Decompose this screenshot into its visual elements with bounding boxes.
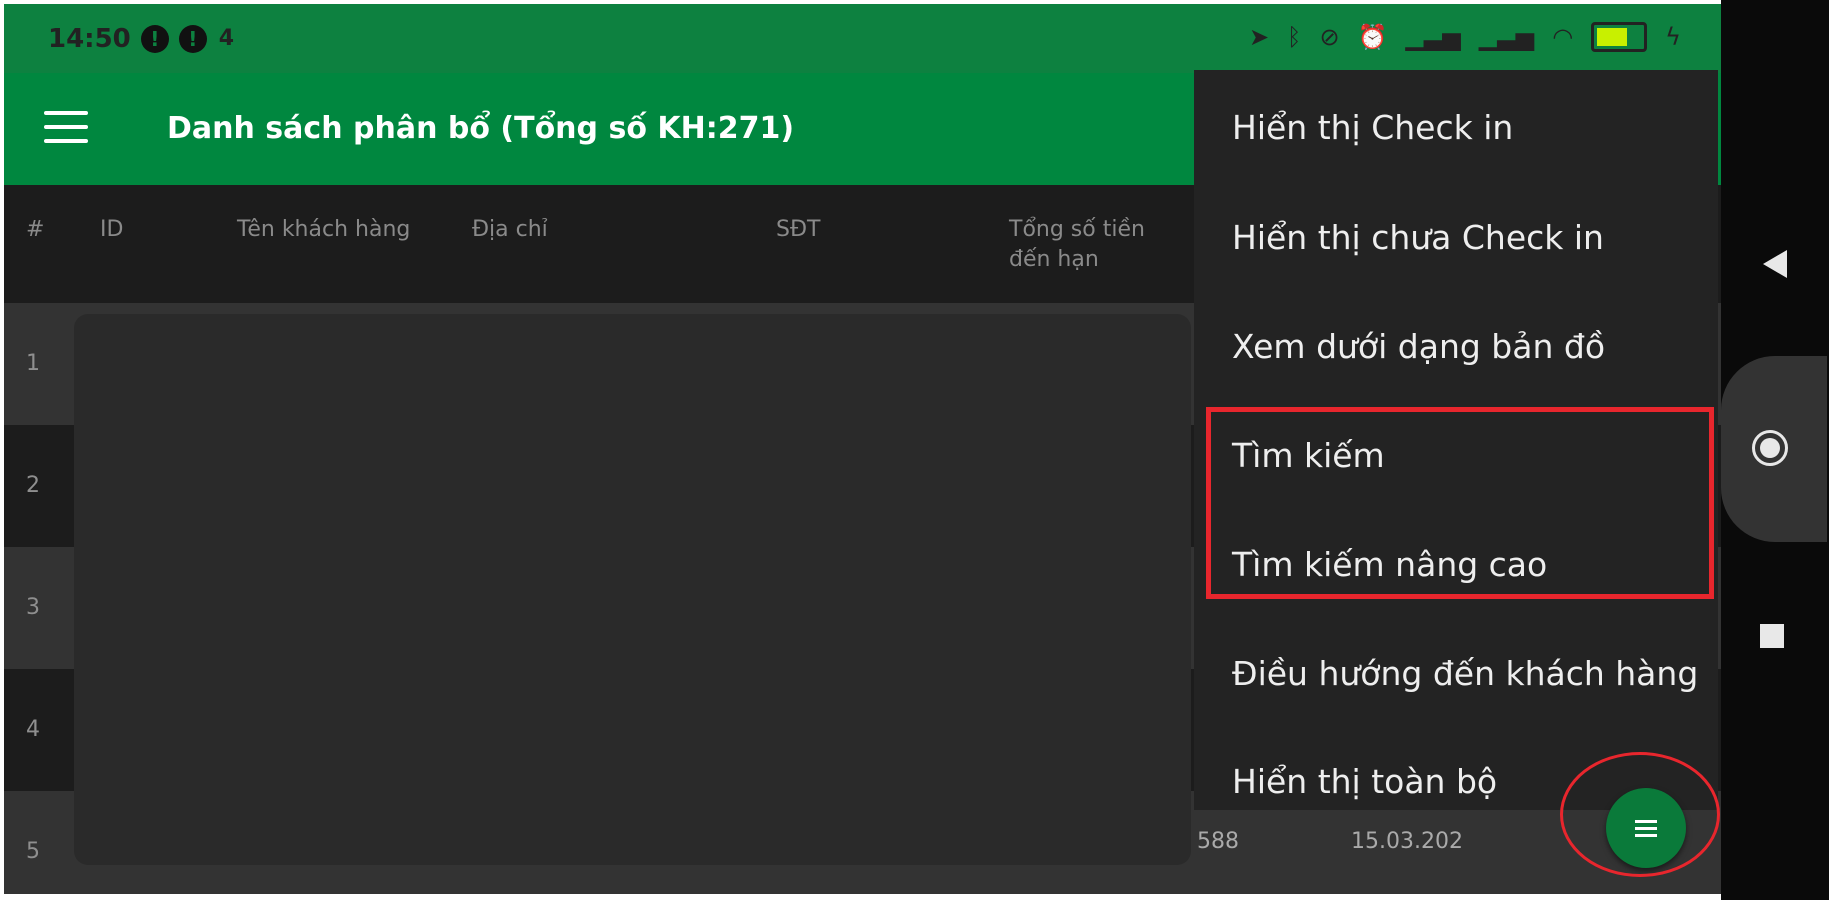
home-circle-icon[interactable] [1752, 430, 1788, 466]
redacted-overlay [74, 314, 1191, 865]
highlight-circle [1560, 752, 1720, 877]
menu-item-show-all[interactable]: Hiển thị toàn bộ [1232, 762, 1497, 801]
row-number: 3 [26, 595, 40, 620]
charging-icon: ϟ [1665, 23, 1681, 51]
menu-item-show-checkin[interactable]: Hiển thị Check in [1232, 108, 1513, 147]
status-time: 14:50 [48, 23, 131, 54]
column-header-address: Địa chỉ [472, 217, 548, 242]
notification-icon: ! [140, 24, 169, 53]
status-bar: 14:50 ! ! 4 ➤ ᛒ ⊘ ⏰ ▁▃▅ ▁▃▅ ◠ ϟ [4, 4, 1721, 73]
row-number: 1 [26, 351, 40, 376]
recent-square-icon[interactable] [1760, 624, 1784, 648]
vibrate-icon: ⊘ [1319, 23, 1340, 51]
location-icon: ➤ [1248, 23, 1270, 51]
column-header-amount: Tổng số tiền đến hạn [1009, 217, 1145, 272]
back-triangle-icon[interactable] [1763, 250, 1787, 278]
row-amount: 588 [1197, 829, 1239, 854]
alarm-icon: ⏰ [1357, 23, 1388, 51]
row-date: 15.03.202 [1351, 829, 1463, 854]
notification-icon: ! [178, 24, 207, 53]
menu-item-navigate-customer[interactable]: Điều hướng đến khách hàng [1232, 654, 1698, 693]
status-extra-icon: 4 [218, 26, 235, 51]
menu-item-show-not-checkin[interactable]: Hiển thị chưa Check in [1232, 218, 1604, 257]
status-icons: ➤ ᛒ ⊘ ⏰ ▁▃▅ ▁▃▅ ◠ ϟ [1249, 22, 1681, 52]
row-number: 5 [26, 839, 40, 864]
column-header-name: Tên khách hàng [237, 217, 411, 242]
hamburger-icon[interactable] [44, 111, 88, 145]
bluetooth-icon: ᛒ [1287, 23, 1302, 51]
page-title: Danh sách phân bổ (Tổng số KH:271) [167, 111, 795, 146]
highlight-rectangle [1206, 407, 1714, 599]
row-number: 4 [26, 717, 40, 742]
wifi-icon: ◠ [1552, 23, 1574, 51]
signal-icon: ▁▃▅ [1478, 23, 1535, 51]
row-number: 2 [26, 473, 40, 498]
signal-icon: ▁▃▅ [1405, 23, 1461, 51]
column-header-id: ID [100, 217, 124, 242]
battery-icon [1591, 22, 1648, 52]
column-header-phone: SĐT [776, 217, 821, 242]
column-header-number: # [26, 217, 45, 242]
menu-item-map-view[interactable]: Xem dưới dạng bản đồ [1232, 327, 1605, 366]
